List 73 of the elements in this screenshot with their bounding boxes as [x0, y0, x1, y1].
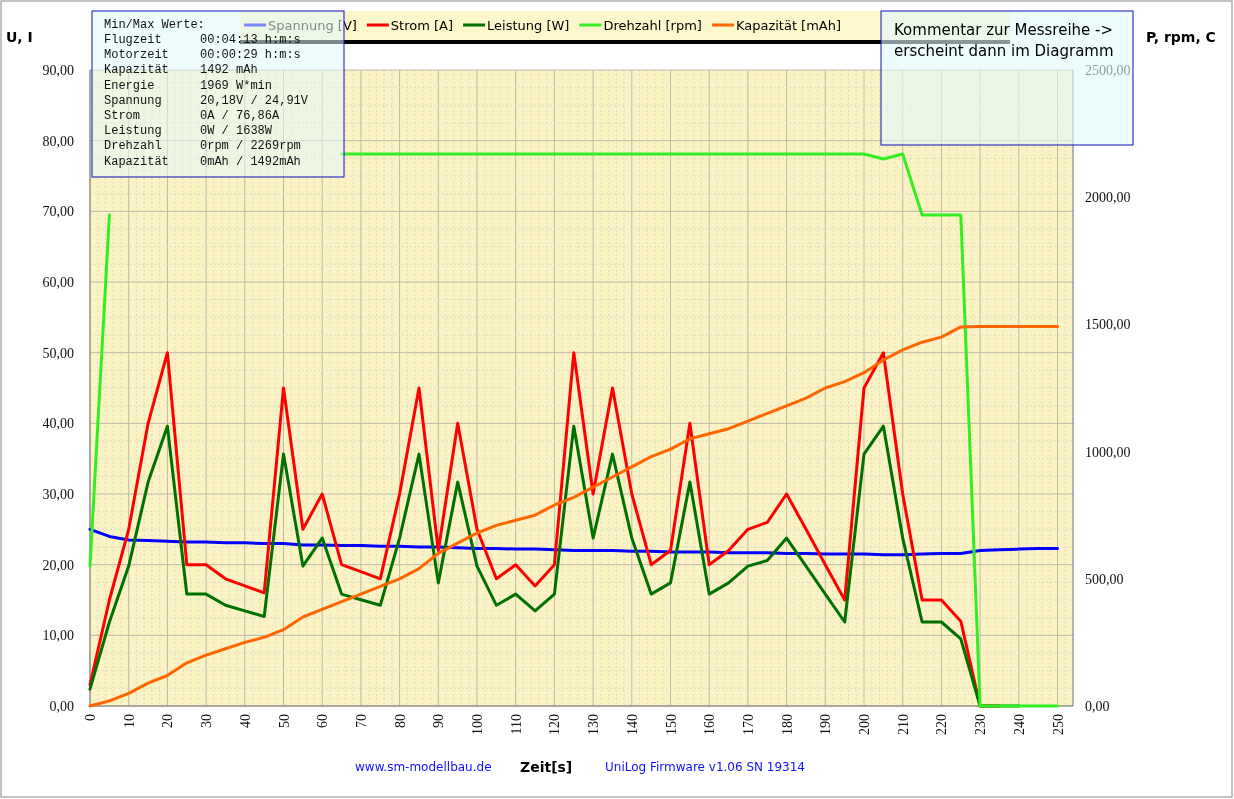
axis-label: 20,00 — [42, 557, 74, 573]
info-value: 00:00:29 h:m:s — [200, 48, 301, 63]
axis-label: 120 — [547, 714, 563, 735]
axis-label: 70 — [353, 714, 369, 728]
axis-label: 70,00 — [42, 204, 74, 220]
axis-label: 110 — [508, 714, 524, 735]
axis-title: U, I — [6, 29, 33, 45]
info-value: 0A / 76,86A — [200, 109, 280, 123]
legend-label: Spannung [V] — [268, 18, 357, 33]
info-value: 0W / 1638W — [200, 124, 272, 139]
axis-label: 220 — [934, 714, 950, 735]
axis-label: 40 — [237, 714, 253, 728]
axis-label: 150 — [663, 714, 679, 735]
axis-label: 200 — [857, 714, 872, 735]
legend-label: Drehzahl [rpm] — [603, 18, 702, 33]
axis-label: 60,00 — [42, 275, 74, 290]
info-label: Motorzeit — [104, 48, 169, 63]
info-label: Strom — [104, 109, 140, 123]
axis-label: 10 — [121, 714, 137, 728]
axis-label: 2500,00 — [1085, 63, 1131, 78]
axis-label: 90 — [431, 714, 447, 728]
axis-label: 2000,00 — [1085, 190, 1131, 206]
axis-label: 50 — [276, 714, 292, 728]
axis-label: 240 — [1011, 714, 1027, 735]
axis-label: 1500,00 — [1085, 317, 1131, 333]
info-value: 1969 W*min — [200, 78, 272, 93]
legend-label: Strom [A] — [390, 18, 454, 33]
axis-title: P, rpm, C — [1146, 29, 1216, 45]
axis-label: 190 — [818, 714, 834, 735]
website-text: www.sm-modellbau.de — [355, 760, 492, 774]
axis-label: 140 — [624, 714, 640, 735]
axis-label: 30,00 — [42, 487, 74, 502]
comment-text: Kommentar zur Messreihe -> — [894, 21, 1114, 39]
info-label: Kapazität — [104, 63, 169, 78]
axis-label: 0,00 — [1085, 699, 1110, 714]
axis-label: 20 — [160, 714, 176, 728]
info-value: 00:04:13 h:m:s — [200, 33, 301, 47]
info-label: Drehzahl — [104, 139, 162, 154]
axis-label: 170 — [740, 714, 756, 735]
axis-label: 250 — [1050, 714, 1066, 735]
axis-label: 40,00 — [42, 416, 74, 432]
info-value: 1492 mAh — [200, 63, 258, 78]
info-title: Min/Max Werte: — [104, 18, 205, 32]
firmware-text: UniLog Firmware v1.06 SN 19314 — [605, 760, 805, 774]
info-label: Flugzeit — [104, 33, 162, 47]
axis-label: 500,00 — [1085, 571, 1124, 587]
info-value: 0rpm / 2269rpm — [200, 139, 301, 154]
comment-text: erscheint dann im Diagramm — [894, 42, 1114, 60]
axis-label: 90,00 — [42, 63, 74, 78]
axis-label: 1000,00 — [1085, 444, 1131, 460]
info-label: Energie — [104, 78, 155, 93]
axis-label: 230 — [973, 714, 989, 735]
info-value: 20,18V / 24,91V — [200, 93, 309, 108]
axis-label: 30 — [199, 714, 215, 728]
axis-label: 130 — [586, 714, 602, 735]
legend-label: Leistung [W] — [487, 18, 570, 33]
axis-label: 100 — [470, 714, 485, 735]
axis-label: 0 — [83, 714, 98, 721]
axis-title: Zeit[s] — [520, 759, 573, 775]
axis-label: 80 — [392, 714, 408, 728]
axis-label: 10,00 — [42, 628, 74, 644]
legend-label: Kapazität [mAh] — [735, 18, 842, 33]
info-value: 0mAh / 1492mAh — [200, 154, 301, 169]
axis-label: 60 — [315, 714, 331, 728]
axis-label: 80,00 — [42, 133, 74, 149]
axis-label: 160 — [702, 714, 718, 735]
info-label: Kapazität — [104, 154, 169, 169]
axis-label: 210 — [895, 714, 911, 735]
axis-label: 50,00 — [42, 345, 74, 361]
info-label: Spannung — [104, 93, 162, 108]
axis-label: 180 — [779, 714, 795, 735]
axis-label: 0,00 — [49, 699, 74, 714]
info-label: Leistung — [104, 124, 162, 139]
